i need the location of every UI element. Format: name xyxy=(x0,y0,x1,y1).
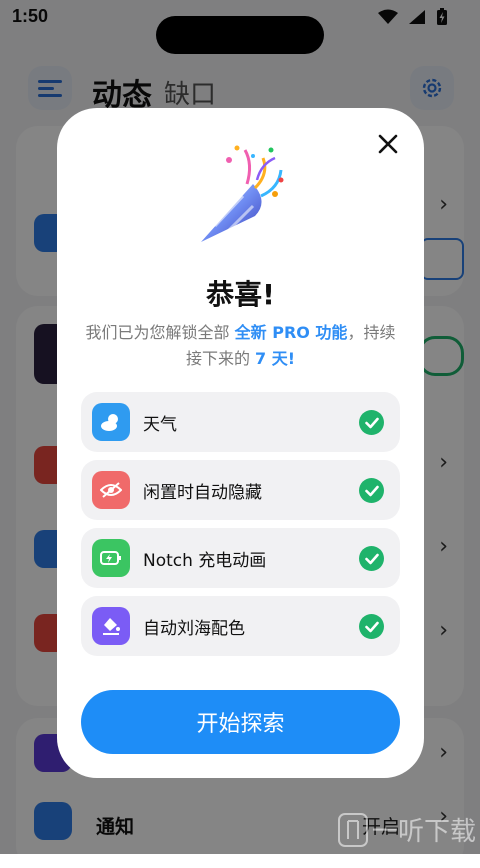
feature-item-weather: 天气 xyxy=(81,392,400,452)
charging-icon xyxy=(92,539,130,577)
watermark: 一听下载 xyxy=(337,811,476,848)
pro-unlock-dialog: 恭喜! 我们已为您解锁全部 全新 PRO 功能，持续接下来的 7 天! 天气 闲… xyxy=(57,108,424,778)
desc-highlight-days: 7 天! xyxy=(255,349,296,368)
watermark-text: 一听下载 xyxy=(371,817,476,847)
camera-cutout xyxy=(156,16,324,54)
feature-label: 自动刘海配色 xyxy=(143,619,245,639)
feature-label: Notch 充电动画 xyxy=(143,551,267,571)
close-button[interactable] xyxy=(372,128,404,160)
start-explore-button[interactable]: 开始探索 xyxy=(81,690,400,754)
feature-label: 天气 xyxy=(143,415,177,435)
party-popper-icon xyxy=(201,145,284,242)
feature-label: 闲置时自动隐藏 xyxy=(143,483,262,503)
watermark-logo-icon xyxy=(337,812,368,847)
dialog-description: 我们已为您解锁全部 全新 PRO 功能，持续接下来的 7 天! xyxy=(81,320,400,372)
check-icon xyxy=(359,546,384,571)
feature-item-auto-color: 自动刘海配色 xyxy=(81,596,400,656)
eye-off-icon xyxy=(92,471,130,509)
weather-icon xyxy=(92,403,130,441)
check-icon xyxy=(359,478,384,503)
desc-text-1: 我们已为您解锁全部 xyxy=(85,323,235,342)
check-icon xyxy=(359,410,384,435)
feature-item-charging: Notch 充电动画 xyxy=(81,528,400,588)
check-icon xyxy=(359,614,384,639)
desc-highlight-pro: 全新 PRO 功能 xyxy=(234,323,348,342)
close-icon xyxy=(378,134,398,154)
color-fill-icon xyxy=(92,607,130,645)
feature-item-auto-hide: 闲置时自动隐藏 xyxy=(81,460,400,520)
dialog-title: 恭喜! xyxy=(206,278,275,311)
